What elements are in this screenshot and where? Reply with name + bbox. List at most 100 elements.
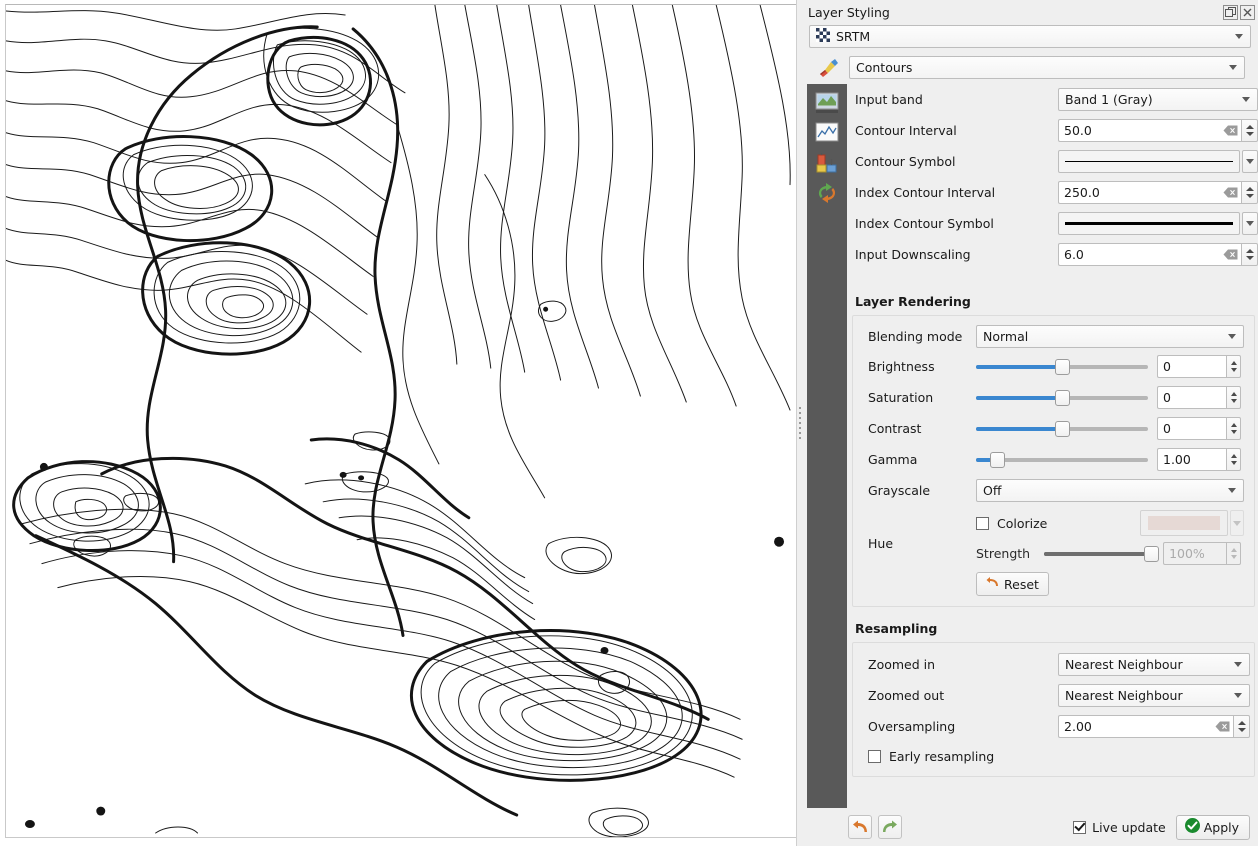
stepper-down-icon[interactable] [1231, 555, 1237, 559]
brightness-slider[interactable] [976, 355, 1148, 378]
early-resampling-checkbox[interactable] [868, 750, 881, 763]
input-downscaling-spinbox[interactable]: 6.0 [1058, 243, 1258, 266]
zoomed-out-combo[interactable]: Nearest Neighbour [1058, 684, 1250, 707]
saturation-spinbox[interactable]: 0 [1157, 386, 1241, 409]
rendering-icon[interactable] [815, 182, 839, 204]
contour-map-canvas[interactable] [5, 4, 797, 838]
strength-spinbox[interactable]: 100% [1163, 542, 1241, 565]
brightness-stepper[interactable] [1226, 355, 1241, 378]
strength-stepper[interactable] [1226, 542, 1241, 565]
contour-interval-label: Contour Interval [855, 123, 1058, 138]
live-update-row[interactable]: Live update [1073, 820, 1166, 835]
stepper-up-icon[interactable] [1246, 249, 1254, 253]
stepper-up-icon[interactable] [1231, 454, 1237, 458]
input-downscaling-stepper[interactable] [1241, 243, 1258, 266]
clear-icon[interactable] [1222, 120, 1239, 141]
clear-icon[interactable] [1222, 182, 1239, 203]
stepper-up-icon[interactable] [1246, 125, 1254, 129]
contour-symbol-dropdown[interactable] [1242, 150, 1258, 173]
stepper-down-icon[interactable] [1231, 399, 1237, 403]
gamma-spinbox[interactable]: 1.00 [1157, 448, 1241, 471]
index-contour-interval-spinbox[interactable]: 250.0 [1058, 181, 1258, 204]
zoomed-in-combo[interactable]: Nearest Neighbour [1058, 653, 1250, 676]
colorize-color-button[interactable] [1140, 510, 1244, 536]
contrast-spinbox[interactable]: 0 [1157, 417, 1241, 440]
saturation-value[interactable]: 0 [1157, 386, 1226, 409]
gamma-slider[interactable] [976, 448, 1148, 471]
slider-handle[interactable] [1055, 421, 1070, 437]
renderer-selector-combo[interactable]: Contours [849, 56, 1245, 79]
stepper-down-icon[interactable] [1231, 368, 1237, 372]
reset-row: Reset [976, 568, 1250, 600]
saturation-stepper[interactable] [1226, 386, 1241, 409]
blending-mode-combo[interactable]: Normal [976, 325, 1244, 348]
stepper-up-icon[interactable] [1231, 548, 1237, 552]
contrast-stepper[interactable] [1226, 417, 1241, 440]
stepper-up-icon[interactable] [1231, 361, 1237, 365]
input-downscaling-field[interactable]: 6.0 [1058, 243, 1241, 266]
contour-interval-field[interactable]: 50.0 [1058, 119, 1241, 142]
index-contour-symbol-preview[interactable] [1058, 212, 1240, 235]
colorize-checkbox[interactable] [976, 517, 989, 530]
live-update-checkbox[interactable] [1073, 821, 1086, 834]
color-swatch[interactable] [1140, 510, 1228, 536]
panel-content: Input band Band 1 (Gray) Contour Interva… [802, 84, 1258, 846]
transparency-icon[interactable] [815, 122, 839, 144]
brightness-value[interactable]: 0 [1157, 355, 1226, 378]
contrast-value[interactable]: 0 [1157, 417, 1226, 440]
float-window-icon[interactable] [1223, 5, 1238, 20]
stepper-down-icon[interactable] [1231, 430, 1237, 434]
oversampling-stepper[interactable] [1233, 715, 1250, 738]
grayscale-label: Grayscale [868, 483, 976, 498]
brightness-spinbox[interactable]: 0 [1157, 355, 1241, 378]
contour-symbol-selector[interactable] [1058, 150, 1258, 173]
strength-value[interactable]: 100% [1163, 542, 1226, 565]
grayscale-combo[interactable]: Off [976, 479, 1244, 502]
chevron-down-icon [1246, 221, 1254, 226]
clear-icon[interactable] [1214, 716, 1231, 737]
strength-slider[interactable] [1044, 542, 1157, 565]
layer-selector-value: SRTM [836, 29, 1235, 44]
chevron-down-icon [1229, 65, 1237, 70]
clear-icon[interactable] [1222, 244, 1239, 265]
index-contour-interval-stepper[interactable] [1241, 181, 1258, 204]
apply-button[interactable]: Apply [1176, 815, 1250, 840]
gamma-stepper[interactable] [1226, 448, 1241, 471]
stepper-down-icon[interactable] [1246, 194, 1254, 198]
gamma-value[interactable]: 1.00 [1157, 448, 1226, 471]
symbology-icon[interactable] [815, 92, 839, 114]
color-dropdown[interactable] [1230, 510, 1244, 536]
stepper-up-icon[interactable] [1231, 423, 1237, 427]
stepper-down-icon[interactable] [1246, 132, 1254, 136]
index-contour-symbol-selector[interactable] [1058, 212, 1258, 235]
contrast-slider[interactable] [976, 417, 1148, 440]
hue-block: Hue Colorize [857, 508, 1250, 600]
reset-button[interactable]: Reset [976, 572, 1049, 596]
input-band-combo[interactable]: Band 1 (Gray) [1058, 88, 1258, 111]
slider-handle[interactable] [1144, 546, 1159, 562]
early-resampling-row[interactable]: Early resampling [857, 742, 1250, 770]
stepper-down-icon[interactable] [1231, 461, 1237, 465]
layer-selector-combo[interactable]: SRTM [809, 25, 1251, 48]
undo-icon[interactable] [848, 815, 872, 839]
index-contour-symbol-dropdown[interactable] [1242, 212, 1258, 235]
slider-handle[interactable] [1055, 359, 1070, 375]
contour-symbol-preview[interactable] [1058, 150, 1240, 173]
redo-icon[interactable] [878, 815, 902, 839]
slider-handle[interactable] [1055, 390, 1070, 406]
histogram-icon[interactable] [815, 152, 839, 174]
contour-interval-stepper[interactable] [1241, 119, 1258, 142]
oversampling-field[interactable]: 2.00 [1058, 715, 1233, 738]
stepper-down-icon[interactable] [1238, 728, 1246, 732]
contour-interval-spinbox[interactable]: 50.0 [1058, 119, 1258, 142]
stepper-up-icon[interactable] [1231, 392, 1237, 396]
stepper-up-icon[interactable] [1238, 721, 1246, 725]
index-contour-interval-field[interactable]: 250.0 [1058, 181, 1241, 204]
map-pane[interactable] [0, 0, 802, 846]
stepper-up-icon[interactable] [1246, 187, 1254, 191]
slider-handle[interactable] [990, 452, 1005, 468]
saturation-slider[interactable] [976, 386, 1148, 409]
close-icon[interactable] [1240, 5, 1255, 20]
oversampling-spinbox[interactable]: 2.00 [1058, 715, 1250, 738]
stepper-down-icon[interactable] [1246, 256, 1254, 260]
